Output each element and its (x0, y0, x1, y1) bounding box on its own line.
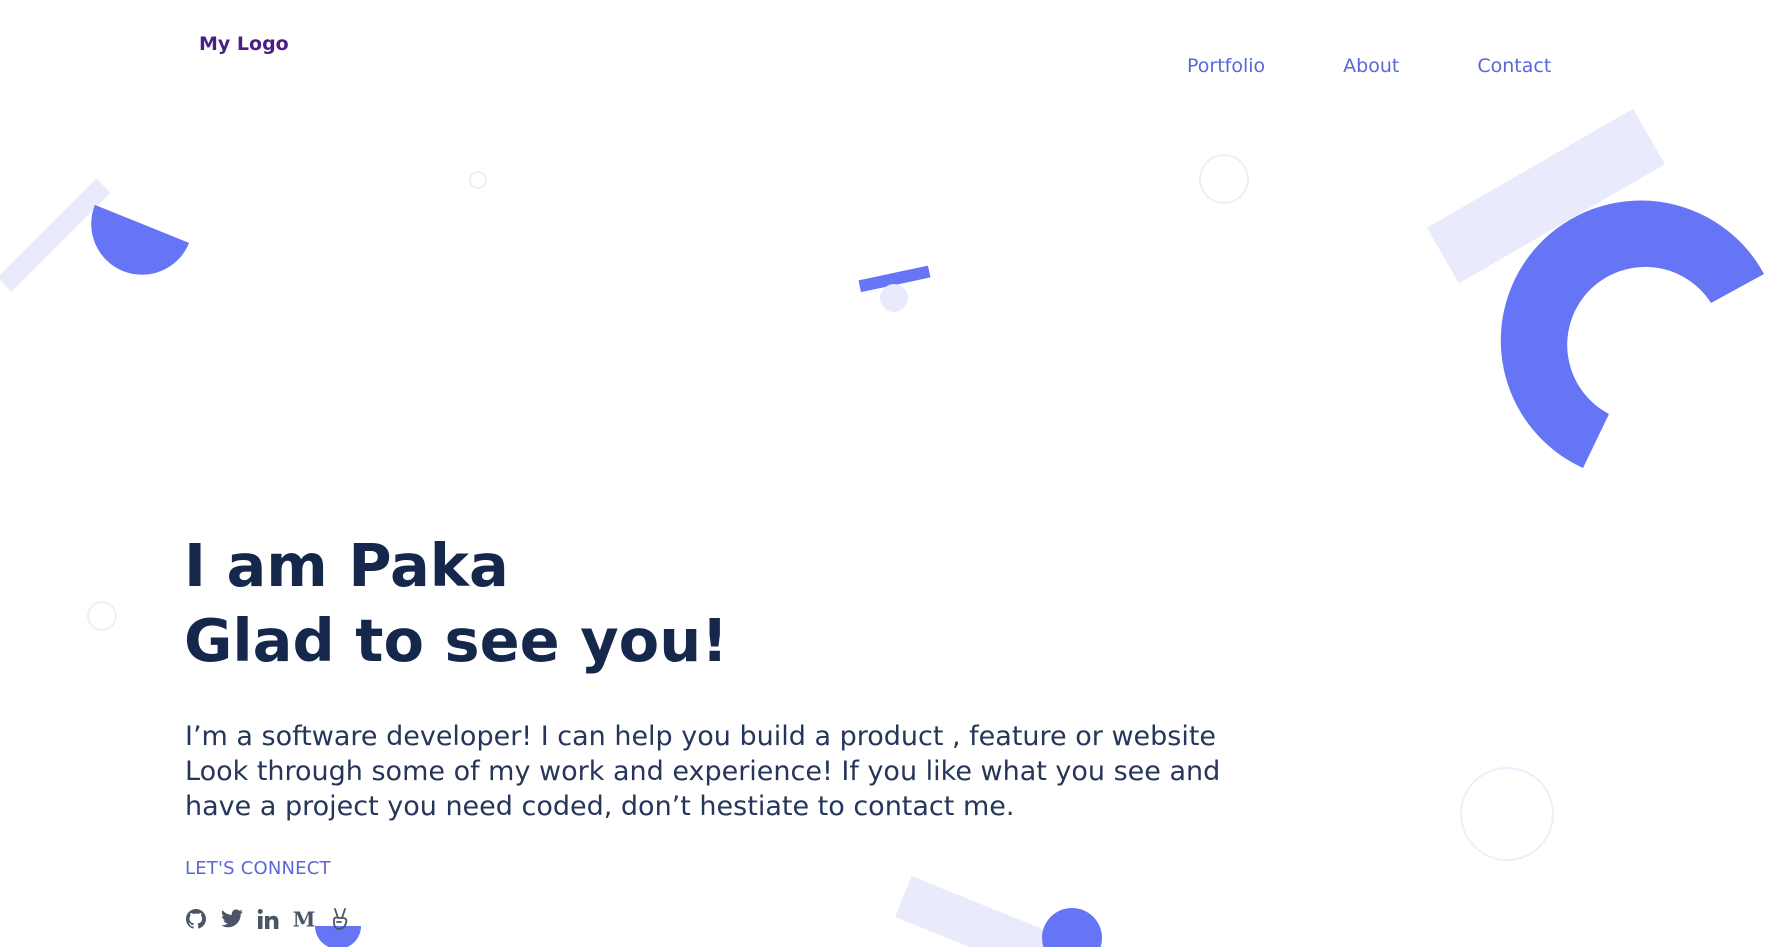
hero-title-line-1: I am Paka (184, 531, 509, 600)
angellist-icon[interactable] (327, 905, 353, 933)
outline-circle-shape (1199, 154, 1249, 204)
half-circle-shape-fill (91, 205, 189, 275)
bio-line-1: I’m a software developer! I can help you… (185, 721, 1217, 752)
social-links: M (183, 905, 353, 933)
svg-text:M: M (293, 907, 316, 931)
outline-circle-shape (87, 601, 117, 631)
twitter-icon[interactable] (219, 905, 245, 933)
outline-circle-shape (469, 171, 487, 189)
bottom-circle-shape (1042, 908, 1102, 947)
arc-shape (1500, 200, 1764, 468)
light-bar-shape-bottom (895, 876, 1097, 947)
linkedin-icon[interactable] (255, 905, 281, 933)
bio-line-2: Look through some of my work and experie… (185, 756, 1221, 787)
hero-title-line-2: Glad to see you! (184, 606, 729, 675)
half-circle-shape (91, 205, 189, 275)
small-dot-shape (880, 284, 908, 312)
light-bar-shape (0, 178, 111, 292)
small-bar-shape (858, 265, 931, 293)
bio-line-3: have a project you need coded, don’t hes… (185, 791, 1015, 822)
page: My Logo Portfolio About Contact I am Pak… (0, 0, 1790, 947)
outline-circle-shape (1460, 767, 1554, 861)
nav-contact[interactable]: Contact (1477, 55, 1551, 77)
nav-about[interactable]: About (1343, 55, 1399, 77)
light-bar-shape-right (1426, 108, 1666, 284)
github-icon[interactable] (183, 905, 209, 933)
connect-label: LET'S CONNECT (185, 858, 331, 879)
nav-portfolio[interactable]: Portfolio (1187, 55, 1265, 77)
hero-title: I am Paka Glad to see you! (184, 528, 728, 678)
logo[interactable]: My Logo (199, 33, 289, 55)
main-nav: Portfolio About Contact (1187, 55, 1551, 77)
medium-icon[interactable]: M (291, 905, 317, 933)
hero-bio: I’m a software developer! I can help you… (185, 719, 1325, 824)
